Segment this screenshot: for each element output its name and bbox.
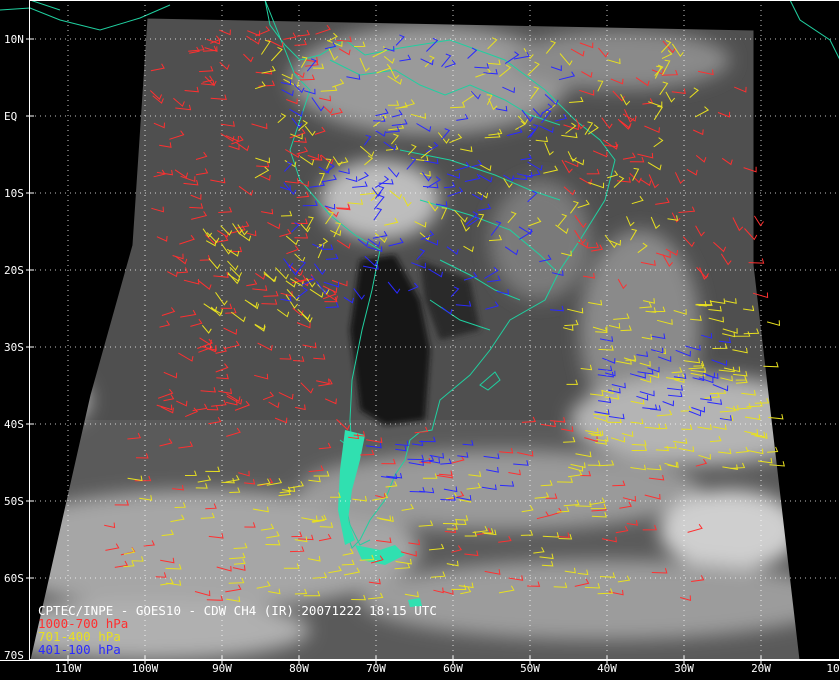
lon-label: 10 bbox=[826, 662, 840, 675]
lon-label: 20W bbox=[751, 662, 771, 675]
lon-label: 90W bbox=[212, 662, 232, 675]
lon-label: 40W bbox=[597, 662, 617, 675]
map-caption: CPTEC/INPE - GOES10 - CDW CH4 (IR) 20071… bbox=[38, 604, 437, 656]
lat-label: 60S bbox=[4, 572, 24, 585]
lat-label: 30S bbox=[4, 341, 24, 354]
lat-label: 40S bbox=[4, 418, 24, 431]
lat-label: 50S bbox=[4, 495, 24, 508]
lat-label: 70S bbox=[4, 649, 24, 662]
lat-label: 10S bbox=[4, 187, 24, 200]
lon-label: 50W bbox=[520, 662, 540, 675]
lon-label: 100W bbox=[131, 662, 159, 675]
satellite-map bbox=[0, 0, 840, 680]
lon-label: 60W bbox=[443, 662, 463, 675]
lat-label: 10N bbox=[4, 33, 24, 46]
lon-label: 80W bbox=[289, 662, 309, 675]
lat-label: EQ bbox=[4, 110, 18, 123]
lat-label: 20S bbox=[4, 264, 24, 277]
lon-label: 110W bbox=[54, 662, 82, 675]
legend-high-level: 401-100 hPa bbox=[38, 642, 121, 657]
lon-label: 30W bbox=[674, 662, 694, 675]
lon-label: 70W bbox=[366, 662, 386, 675]
